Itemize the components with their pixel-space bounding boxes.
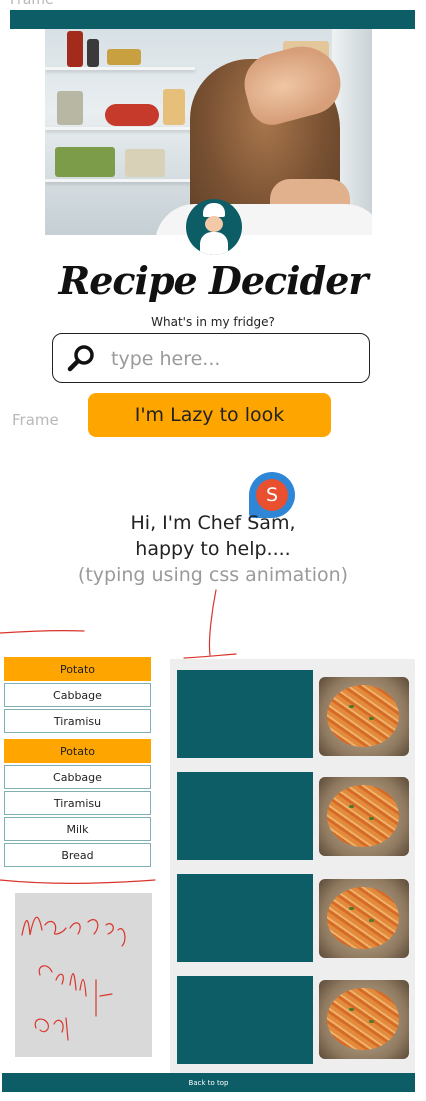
search-box[interactable] — [52, 333, 370, 383]
pasta-image[interactable] — [319, 777, 409, 856]
frame-label: Frame — [12, 411, 59, 429]
ingredient-item[interactable]: Potato — [4, 739, 151, 763]
ingredient-item[interactable]: Milk — [4, 817, 151, 841]
recipe-card[interactable] — [177, 976, 313, 1064]
greeting-line: happy to help.... — [135, 538, 291, 560]
sketch-placeholder — [15, 893, 152, 1057]
greeting-line: Hi, I'm Chef Sam, — [130, 512, 296, 534]
ingredient-item[interactable]: Tiramisu — [4, 791, 151, 815]
pasta-image[interactable] — [319, 879, 409, 958]
pasta-image[interactable] — [319, 677, 409, 756]
search-input[interactable] — [109, 343, 363, 375]
avatar: S — [256, 479, 288, 511]
recipe-card[interactable] — [177, 772, 313, 860]
recipe-card[interactable] — [177, 670, 313, 758]
chef-logo — [186, 199, 242, 255]
top-nav-bar — [10, 10, 415, 29]
chef-greeting: Hi, I'm Chef Sam, happy to help.... (typ… — [0, 510, 426, 588]
back-to-top-link[interactable]: Back to top — [2, 1073, 415, 1092]
page: Frame Recipe Decider What's in my fridge… — [0, 0, 426, 1101]
ingredient-item[interactable]: Potato — [4, 657, 151, 681]
recipe-panel — [170, 659, 415, 1073]
frame-label: Frame — [10, 0, 54, 8]
search-icon — [67, 345, 94, 372]
ingredient-item[interactable]: Tiramisu — [4, 709, 151, 733]
app-title: Recipe Decider — [58, 258, 369, 303]
recipe-card[interactable] — [177, 874, 313, 962]
typing-note: (typing using css animation) — [77, 564, 349, 586]
lazy-button[interactable]: I'm Lazy to look — [88, 393, 331, 437]
ingredient-item[interactable]: Cabbage — [4, 765, 151, 789]
ingredient-item[interactable]: Bread — [4, 843, 151, 867]
page-subtitle: What's in my fridge? — [151, 315, 275, 329]
ingredient-item[interactable]: Cabbage — [4, 683, 151, 707]
pasta-image[interactable] — [319, 980, 409, 1059]
